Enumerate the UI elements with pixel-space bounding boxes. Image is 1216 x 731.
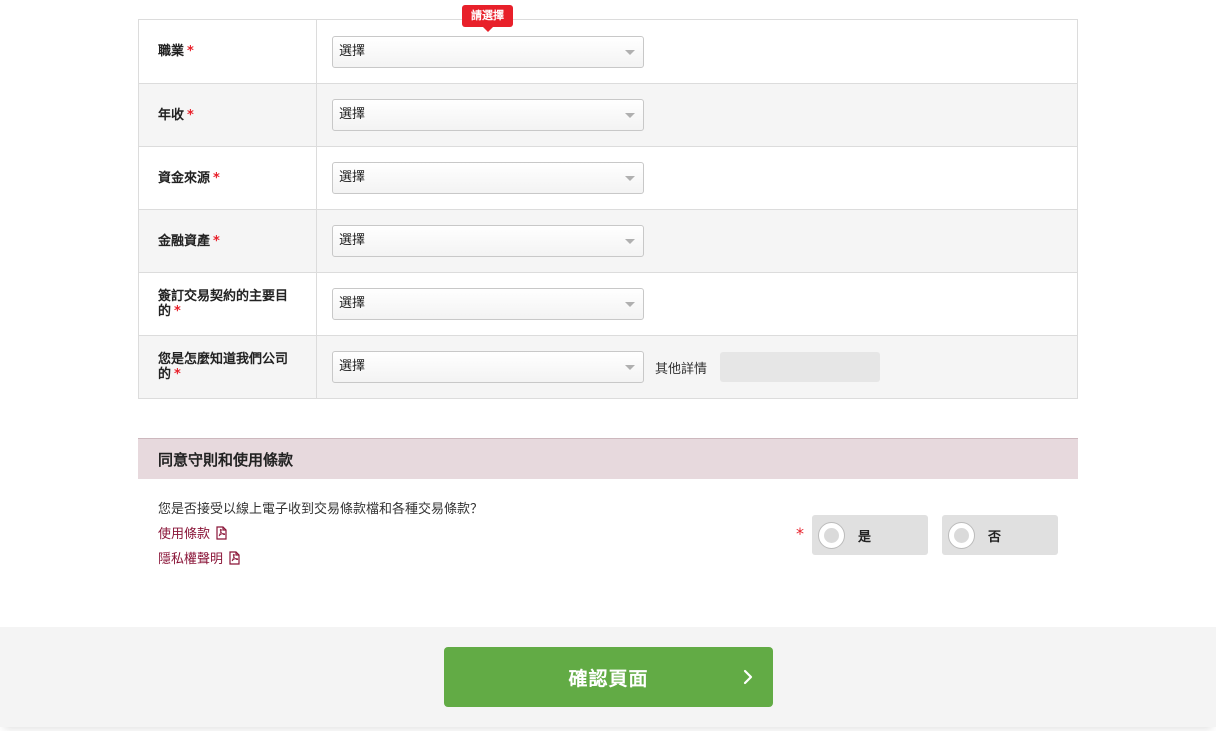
form-label: 簽訂交易契約的主要目的 * <box>158 289 289 319</box>
required-mark: * <box>174 304 181 319</box>
page: 職業 * 選擇 年收 * 選擇 資金來源 * 選擇 金融資產 * 選擇 簽訂交易… <box>0 0 1216 731</box>
annual-income-select[interactable]: 選擇 <box>332 99 644 131</box>
accept-yes-radio[interactable]: 是 <box>812 515 928 555</box>
other-details-input[interactable] <box>720 352 881 382</box>
radio-button <box>818 521 845 549</box>
terms-of-use-link[interactable]: 使用條款 <box>158 523 228 542</box>
financial-assets-select[interactable]: 選擇 <box>332 225 644 257</box>
radio-label-no: 否 <box>988 529 1002 545</box>
required-mark: * <box>187 107 194 123</box>
form-label-cell: 資金來源 * <box>139 147 317 209</box>
form-label: 資金來源 * <box>158 170 220 186</box>
form-label-cell: 金融資產 * <box>139 210 317 272</box>
form-label: 您是怎麼知道我們公司的 * <box>158 352 289 382</box>
chevron-down-icon <box>625 365 635 370</box>
form-label: 年收 * <box>158 107 194 123</box>
form-row-financial-assets: 金融資產 * 選擇 <box>139 209 1077 272</box>
form-label: 職業 * <box>158 44 194 59</box>
chevron-down-icon <box>625 302 635 307</box>
form-row-contract-purpose: 簽訂交易契約的主要目的 * 選擇 <box>139 272 1077 335</box>
fund-source-select[interactable]: 選擇 <box>332 162 644 194</box>
form-value-cell: 選擇 <box>317 84 1077 146</box>
pdf-icon <box>229 550 240 565</box>
form-label-cell: 職業 * <box>139 20 317 83</box>
form-label-cell: 簽訂交易契約的主要目的 * <box>139 273 317 335</box>
personal-info-form: 職業 * 選擇 年收 * 選擇 資金來源 * 選擇 金融資產 * 選擇 簽訂交易… <box>138 19 1078 399</box>
chevron-down-icon <box>625 49 635 55</box>
chevron-down-icon <box>625 113 635 118</box>
referral-source-select[interactable]: 選擇 <box>332 351 644 383</box>
validation-tooltip: 請選擇 <box>462 5 513 32</box>
required-mark: * <box>796 524 804 543</box>
privacy-policy-link[interactable]: 隱私權聲明 <box>158 548 241 567</box>
occupation-select[interactable]: 選擇 <box>332 35 644 68</box>
contract-purpose-select[interactable]: 選擇 <box>332 288 644 320</box>
required-mark: * <box>187 44 194 59</box>
terms-question: 您是否接受以線上電子收到交易條款檔和各種交易條款？ <box>158 502 484 517</box>
accept-no-radio[interactable]: 否 <box>942 515 1058 555</box>
other-details-label: 其他詳情 <box>655 361 708 377</box>
chevron-down-icon <box>625 176 635 181</box>
required-mark: * <box>174 367 181 382</box>
form-value-cell: 選擇 其他詳情 <box>317 336 1077 398</box>
form-label-cell: 年收 * <box>139 84 317 146</box>
form-row-occupation: 職業 * 選擇 <box>139 20 1077 83</box>
form-value-cell: 選擇 <box>317 273 1077 335</box>
terms-section-title: 同意守則和使用條款 <box>138 438 1078 479</box>
chevron-right-icon <box>743 669 753 685</box>
confirm-page-button[interactable]: 確認頁面 <box>444 647 773 707</box>
form-label: 金融資產 * <box>158 233 220 249</box>
required-mark: * <box>213 170 220 186</box>
form-row-referral-source: 您是怎麼知道我們公司的 * 選擇 其他詳情 <box>139 335 1077 398</box>
radio-button <box>948 521 975 549</box>
pdf-icon <box>216 525 227 540</box>
form-row-annual-income: 年收 * 選擇 <box>139 83 1077 146</box>
chevron-down-icon <box>625 239 635 244</box>
form-row-fund-source: 資金來源 * 選擇 <box>139 146 1077 209</box>
form-value-cell: 選擇 <box>317 210 1077 272</box>
radio-label-yes: 是 <box>858 529 872 545</box>
required-mark: * <box>213 233 220 249</box>
form-label-cell: 您是怎麼知道我們公司的 * <box>139 336 317 398</box>
form-value-cell: 選擇 <box>317 20 1077 83</box>
form-value-cell: 選擇 <box>317 147 1077 209</box>
